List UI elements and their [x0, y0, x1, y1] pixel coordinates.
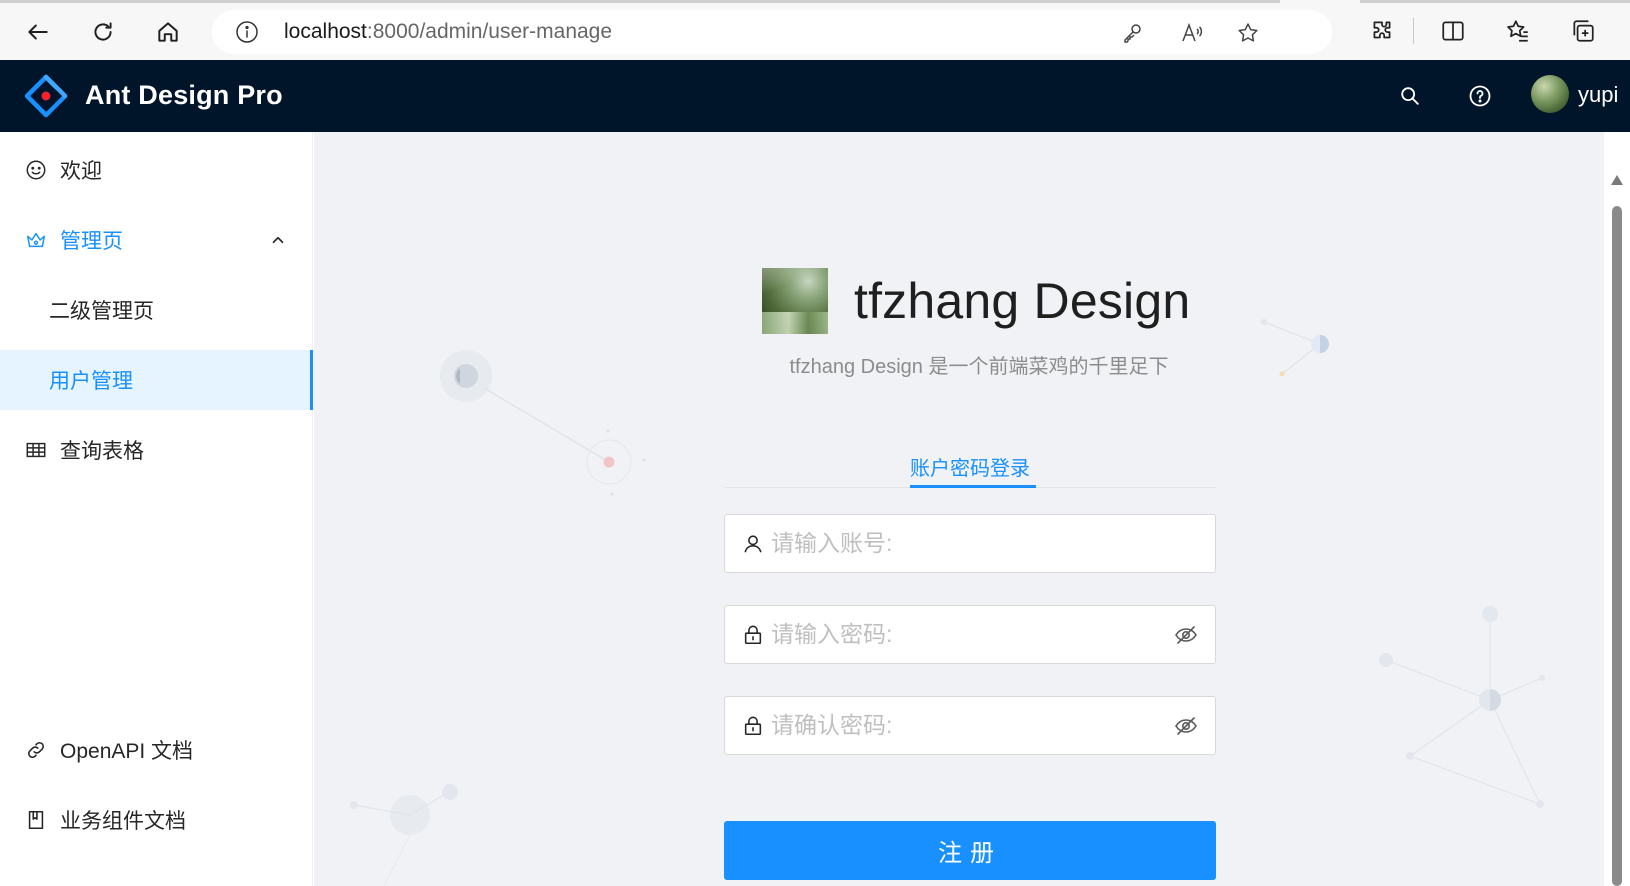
- register-button[interactable]: 注册: [724, 821, 1216, 880]
- smile-icon: [24, 158, 48, 182]
- eye-invisible-icon[interactable]: [1173, 713, 1199, 739]
- sidebar-link-openapi[interactable]: OpenAPI 文档: [0, 720, 313, 780]
- sidebar-link-label: 业务组件文档: [60, 810, 186, 833]
- browser-toolbar: localhost:8000/admin/user-manage: [0, 0, 1630, 60]
- sidebar-item-label: 欢迎: [60, 160, 102, 183]
- sidebar-item-label: 管理页: [60, 230, 123, 253]
- lock-icon: [741, 623, 765, 647]
- eye-invisible-icon[interactable]: [1173, 622, 1199, 648]
- tab-account-password[interactable]: 账户密码登录: [724, 452, 1216, 481]
- tab-strip: [0, 0, 1280, 3]
- back-button[interactable]: [18, 12, 58, 52]
- sidebar-item-label: 二级管理页: [49, 300, 154, 323]
- main-content: tfzhang Design tfzhang Design 是一个前端菜鸡的千里…: [314, 132, 1604, 886]
- toolbar-divider: [1413, 18, 1414, 44]
- link-icon: [24, 738, 48, 762]
- brand-title: tfzhang Design: [854, 273, 1191, 329]
- ant-design-logo-icon[interactable]: [24, 74, 68, 118]
- lock-icon: [741, 714, 765, 738]
- search-icon[interactable]: [1396, 82, 1424, 110]
- sidebar-item-admin[interactable]: 管理页: [0, 210, 313, 270]
- username[interactable]: yupi: [1578, 82, 1618, 108]
- account-input[interactable]: [771, 515, 1151, 572]
- background-decoration: [350, 319, 1545, 886]
- read-aloud-icon[interactable]: [1178, 19, 1206, 47]
- sidebar-item-welcome[interactable]: 欢迎: [0, 140, 313, 200]
- book-icon: [24, 808, 48, 832]
- sidebar-item-label: 查询表格: [60, 440, 144, 463]
- back-arrow-icon: [28, 24, 48, 40]
- brand-logo: [762, 268, 828, 334]
- home-button[interactable]: [148, 12, 188, 52]
- tab-ink-bar: [910, 485, 1036, 488]
- account-field[interactable]: [724, 514, 1216, 573]
- tab-strip: [1360, 0, 1630, 3]
- url-text[interactable]: localhost:8000/admin/user-manage: [284, 20, 612, 44]
- sidebar-item-user-manage[interactable]: 用户管理: [0, 350, 313, 410]
- sidebar: 欢迎 管理页 二级管理页 用户管理 查询表格 OpenAPI 文档 业务组件文档: [0, 132, 313, 886]
- sidebar-item-query-table[interactable]: 查询表格: [0, 420, 313, 480]
- url-path: :8000/admin/user-manage: [366, 20, 613, 43]
- scroll-up-arrow-icon[interactable]: [1610, 174, 1624, 186]
- brand-subtitle: tfzhang Design 是一个前端菜鸡的千里足下: [789, 356, 1169, 378]
- table-icon: [24, 438, 48, 462]
- split-screen-icon[interactable]: [1436, 14, 1470, 48]
- user-icon: [741, 532, 765, 556]
- crown-icon: [24, 228, 48, 252]
- app-header: Ant Design Pro yupi: [0, 60, 1630, 132]
- home-icon: [158, 22, 178, 42]
- brand-header: tfzhang Design: [762, 268, 1190, 334]
- info-icon[interactable]: [234, 19, 260, 45]
- puzzle-icon[interactable]: [1365, 14, 1399, 48]
- url-host: localhost: [284, 20, 367, 43]
- favorites-icon[interactable]: [1501, 14, 1535, 48]
- login-tabs: 账户密码登录: [724, 444, 1216, 488]
- password-input[interactable]: [771, 606, 1151, 663]
- reload-icon: [94, 22, 112, 41]
- question-circle-icon[interactable]: [1466, 82, 1494, 110]
- password-field[interactable]: [724, 605, 1216, 664]
- sidebar-link-label: OpenAPI 文档: [60, 740, 194, 763]
- sidebar-item-label: 用户管理: [49, 370, 133, 393]
- collections-icon[interactable]: [1566, 14, 1600, 48]
- reload-button[interactable]: [83, 12, 123, 52]
- star-icon[interactable]: [1234, 19, 1262, 47]
- chevron-up-icon[interactable]: [268, 230, 288, 250]
- app-title[interactable]: Ant Design Pro: [85, 80, 283, 111]
- scrollbar-thumb[interactable]: [1612, 206, 1622, 886]
- address-bar[interactable]: localhost:8000/admin/user-manage: [212, 10, 1332, 54]
- confirm-password-field[interactable]: [724, 696, 1216, 755]
- page-scrollbar[interactable]: [1604, 166, 1630, 886]
- confirm-password-input[interactable]: [771, 697, 1151, 754]
- sidebar-link-components[interactable]: 业务组件文档: [0, 790, 313, 850]
- sidebar-item-sub-admin[interactable]: 二级管理页: [0, 280, 313, 340]
- avatar[interactable]: [1531, 75, 1569, 113]
- key-icon[interactable]: [1118, 19, 1146, 47]
